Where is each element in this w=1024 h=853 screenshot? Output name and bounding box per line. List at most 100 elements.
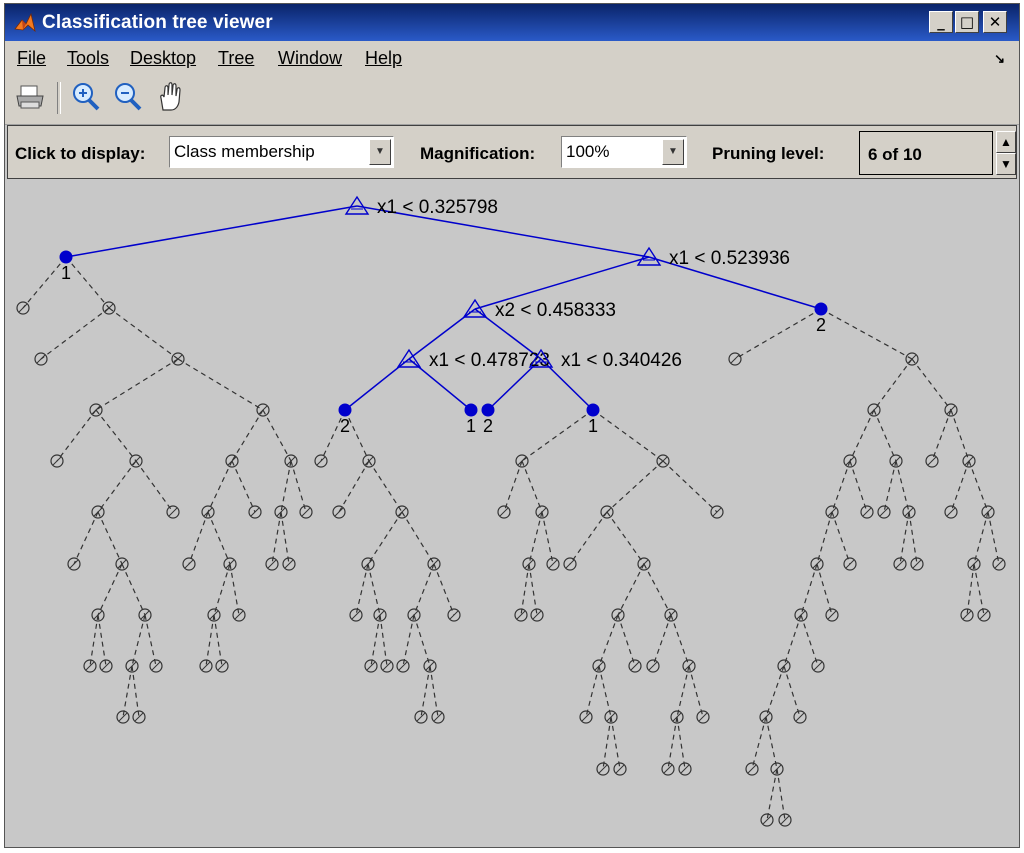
pruned-branch xyxy=(569,511,608,565)
pruned-node-mark xyxy=(813,661,823,671)
pruned-node-mark xyxy=(363,559,373,569)
pruned-node-mark xyxy=(613,610,623,620)
pruned-branch xyxy=(765,716,778,770)
pruned-branch xyxy=(602,716,612,770)
pruned-branch xyxy=(800,563,818,616)
pruned-branch xyxy=(108,307,179,360)
pruned-branch xyxy=(367,563,381,616)
pruned-branch xyxy=(899,511,910,565)
pruned-branch xyxy=(643,563,672,616)
pruned-branch xyxy=(40,307,110,360)
zoom-in-icon[interactable] xyxy=(69,80,103,114)
printer-icon[interactable] xyxy=(13,80,47,114)
pruned-branch xyxy=(800,614,819,667)
leaf-node xyxy=(464,403,478,417)
pruned-branch xyxy=(207,460,233,513)
pruned-node-mark xyxy=(796,610,806,620)
pruned-branch xyxy=(420,665,431,718)
pruned-branch xyxy=(765,665,785,718)
pruned-node-mark xyxy=(449,610,459,620)
pruned-node-mark xyxy=(994,559,1004,569)
split-label: x1 < 0.340426 xyxy=(561,350,682,371)
pruned-node-mark xyxy=(712,507,722,517)
menu-help[interactable]: Help xyxy=(365,48,402,69)
pruned-branch xyxy=(592,409,664,462)
pruned-node-mark xyxy=(429,559,439,569)
pruned-node-mark xyxy=(698,712,708,722)
pruned-node-mark xyxy=(779,661,789,671)
pruned-branch xyxy=(873,358,913,411)
pruned-branch xyxy=(231,409,264,462)
pruned-branch xyxy=(97,614,107,667)
leaf-node xyxy=(814,302,828,316)
pruned-branch xyxy=(766,768,778,821)
pruned-branch xyxy=(290,460,307,513)
pruned-branch xyxy=(908,511,918,565)
pruned-node-mark xyxy=(258,405,268,415)
menu-window[interactable]: Window xyxy=(278,48,342,69)
pruned-branch xyxy=(144,614,157,667)
pan-hand-icon[interactable] xyxy=(153,80,187,114)
pruned-node-mark xyxy=(316,456,326,466)
display-select[interactable]: Class membership ▼ xyxy=(169,136,394,168)
toolbar-separator xyxy=(57,82,61,114)
tree-canvas: x1 < 0.325798 x1 < 0.523936 x2 < 0.458333 x… xyxy=(7,180,1017,846)
pruned-node-mark xyxy=(334,507,344,517)
maximize-button[interactable]: □ xyxy=(955,11,979,33)
pruned-branch xyxy=(271,511,282,565)
pruned-node-mark xyxy=(827,507,837,517)
pruned-branch xyxy=(370,614,381,667)
close-button[interactable]: ✕ xyxy=(983,11,1007,33)
menu-tree[interactable]: Tree xyxy=(218,48,254,69)
dock-arrow-icon[interactable]: ↘ xyxy=(994,51,1005,67)
pruned-node-mark xyxy=(684,661,694,671)
pruned-branch xyxy=(188,511,209,565)
zoom-out-icon[interactable] xyxy=(111,80,145,114)
pruned-node-mark xyxy=(730,354,740,364)
pruned-branch xyxy=(831,511,851,565)
matlab-logo-icon xyxy=(14,12,36,33)
display-select-value: Class membership xyxy=(174,142,315,161)
pruned-branch xyxy=(97,460,137,513)
pruned-node-mark xyxy=(301,507,311,517)
menu-bar: File Tools Desktop Tree Window Help ↘ xyxy=(5,41,1019,74)
pruned-node-mark xyxy=(879,507,889,517)
pruned-branch xyxy=(56,409,97,462)
pruned-branch xyxy=(131,614,146,667)
menu-file[interactable]: File xyxy=(17,48,46,69)
prune-up-arrow-icon[interactable]: ▲ xyxy=(996,131,1016,153)
magnification-select[interactable]: 100% ▼ xyxy=(561,136,687,168)
pruned-branch xyxy=(776,768,786,821)
pruned-branch xyxy=(973,563,985,616)
pruned-branch xyxy=(849,409,875,462)
pruned-node-mark xyxy=(891,456,901,466)
menu-tools[interactable]: Tools xyxy=(67,48,109,69)
pruned-node-mark xyxy=(602,507,612,517)
pruned-branch xyxy=(22,256,67,309)
split-label: x1 < 0.523936 xyxy=(669,248,790,269)
pruned-branch xyxy=(667,716,678,770)
pruned-branch xyxy=(433,563,455,616)
class-label: 2 xyxy=(483,416,493,436)
pruned-branch xyxy=(820,308,913,360)
pruned-node-mark xyxy=(747,764,757,774)
prune-down-arrow-icon[interactable]: ▼ xyxy=(996,153,1016,175)
pruned-node-mark xyxy=(203,507,213,517)
pruned-branch xyxy=(950,409,970,462)
pruned-node-mark xyxy=(946,405,956,415)
pruned-branch xyxy=(97,563,123,616)
pruned-node-mark xyxy=(499,507,509,517)
pruned-branch xyxy=(783,665,801,718)
chevron-down-icon[interactable]: ▼ xyxy=(662,139,684,165)
minimize-button[interactable]: _ xyxy=(929,11,953,33)
pruned-branch xyxy=(368,460,403,513)
pruned-branch xyxy=(617,614,636,667)
pruned-node-mark xyxy=(663,764,673,774)
tree-viewer-window: Classification tree viewer _ □ ✕ File To… xyxy=(4,3,1020,848)
pruned-branch xyxy=(895,460,910,513)
chevron-down-icon[interactable]: ▼ xyxy=(369,139,391,165)
pruned-branch xyxy=(606,460,664,513)
pruned-branch xyxy=(520,563,530,616)
pruned-branch xyxy=(966,563,975,616)
menu-desktop[interactable]: Desktop xyxy=(130,48,196,69)
